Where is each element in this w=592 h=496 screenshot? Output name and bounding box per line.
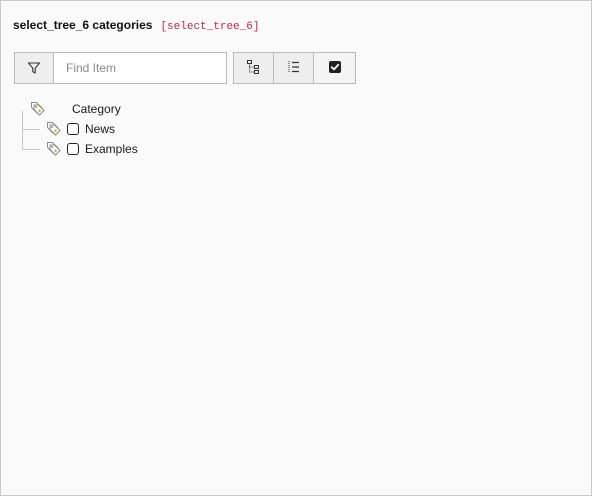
check-square-icon <box>328 60 342 77</box>
search-group <box>14 52 227 84</box>
search-input[interactable] <box>54 53 226 83</box>
tree-node-examples[interactable]: Examples <box>46 140 138 158</box>
toolbar-button-group <box>233 52 356 84</box>
tree-node-label: Examples <box>85 142 138 156</box>
tree-connector <box>22 129 40 130</box>
list-view-button[interactable] <box>274 53 314 83</box>
panel-title: select_tree_6 categories <box>13 18 153 32</box>
tree-node-root[interactable]: Category <box>30 100 121 118</box>
tree-view-button[interactable] <box>234 53 274 83</box>
tags-icon <box>46 141 62 157</box>
examples-checkbox[interactable] <box>67 143 79 155</box>
news-checkbox[interactable] <box>67 123 79 135</box>
flat-list-icon <box>286 59 302 78</box>
tags-icon <box>46 121 62 137</box>
select-tree-panel: select_tree_6 categories [select_tree_6] <box>0 0 592 496</box>
tree-node-label: News <box>85 122 116 136</box>
tree-node-label: Category <box>72 102 121 116</box>
tree-structure-icon <box>246 59 262 78</box>
tree-connector <box>22 111 23 149</box>
filter-icon <box>15 53 54 83</box>
tags-icon <box>30 101 46 117</box>
tree-connector <box>22 149 40 150</box>
field-code: [select_tree_6] <box>160 21 260 33</box>
select-all-button[interactable] <box>314 53 355 83</box>
panel-header: select_tree_6 categories [select_tree_6] <box>13 18 259 33</box>
tree-node-news[interactable]: News <box>46 120 115 138</box>
